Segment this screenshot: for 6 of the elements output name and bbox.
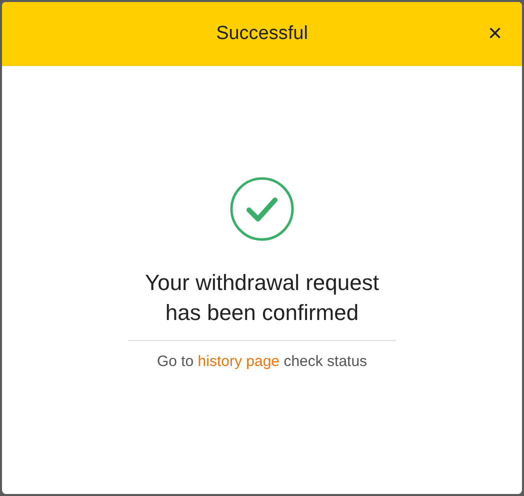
dialog-title: Successful	[216, 22, 308, 46]
close-button[interactable]: ×	[488, 22, 502, 46]
check-circle-icon	[229, 176, 295, 242]
confirmation-message: Your withdrawal request	[145, 269, 379, 297]
status-hint: Go to history page check status	[156, 352, 368, 372]
confirmation-message: has been confirmed	[165, 299, 359, 327]
